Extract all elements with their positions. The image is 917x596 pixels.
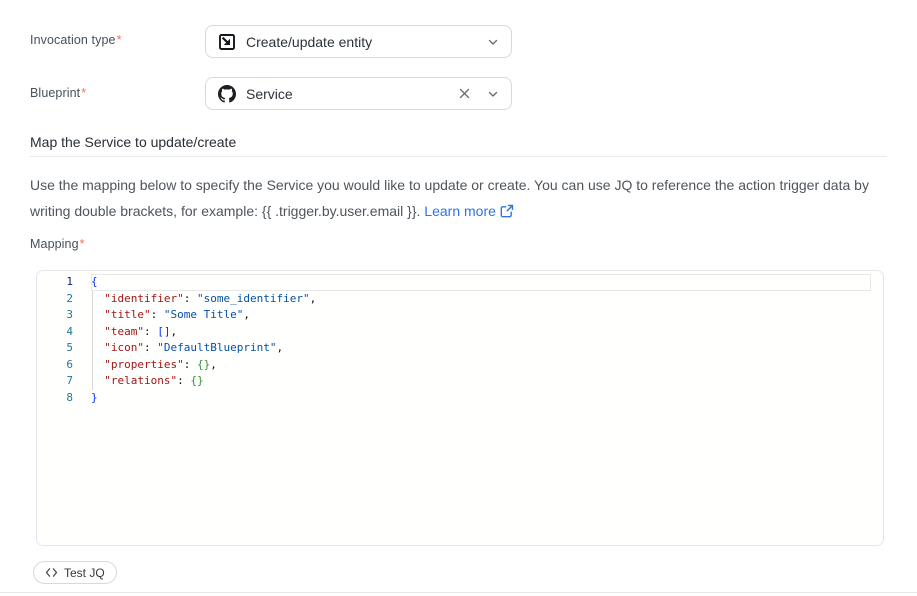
code-token-p: :: [144, 341, 157, 354]
blueprint-value: Service: [246, 86, 455, 102]
line-number: 7: [37, 373, 91, 390]
code-token-b2: {}: [197, 358, 210, 371]
code-token-p: :: [151, 308, 164, 321]
code-line[interactable]: "identifier": "some_identifier",: [91, 291, 883, 308]
line-number: 6: [37, 357, 91, 374]
bottom-divider: [0, 592, 917, 593]
learn-more-link[interactable]: Learn more: [424, 203, 514, 219]
editor-gutter: 12345678: [37, 271, 91, 545]
code-line[interactable]: "properties": {},: [91, 357, 883, 374]
action-config-form: Invocation type* Create/update entity Bl…: [0, 0, 917, 596]
test-jq-label: Test JQ: [64, 566, 105, 580]
code-line[interactable]: "relations": {}: [91, 373, 883, 390]
code-token-b1: []: [157, 325, 170, 338]
code-token-p: [91, 292, 104, 305]
code-line[interactable]: "title": "Some Title",: [91, 307, 883, 324]
clear-icon[interactable]: [455, 85, 473, 103]
mapping-label-text: Mapping: [30, 237, 79, 251]
code-line[interactable]: }: [91, 390, 883, 407]
code-token-p: ,: [210, 358, 217, 371]
code-token-b2: {}: [190, 374, 203, 387]
blueprint-select[interactable]: Service: [205, 77, 512, 110]
mapping-label: Mapping*: [30, 237, 85, 251]
invocation-type-label: Invocation type*: [30, 33, 122, 47]
editor-code[interactable]: { "identifier": "some_identifier", "titl…: [91, 271, 883, 545]
code-token-p: ,: [276, 341, 283, 354]
blueprint-label: Blueprint*: [30, 86, 86, 100]
code-token-key: "identifier": [104, 292, 183, 305]
code-token-p: :: [184, 292, 197, 305]
code-token-b1: }: [91, 391, 98, 404]
code-line[interactable]: {: [91, 274, 871, 291]
external-link-icon: [500, 204, 514, 218]
learn-more-label: Learn more: [424, 203, 496, 219]
code-token-key: "relations": [104, 374, 177, 387]
code-token-p: [91, 358, 104, 371]
code-token-p: :: [184, 358, 197, 371]
mapping-code-editor[interactable]: 12345678 { "identifier": "some_identifie…: [36, 270, 884, 546]
code-token-str: "DefaultBlueprint": [157, 341, 276, 354]
chevron-down-icon[interactable]: [487, 36, 499, 48]
code-token-p: ,: [243, 308, 250, 321]
line-number: 3: [37, 307, 91, 324]
code-token-key: "title": [104, 308, 150, 321]
code-token-key: "team": [104, 325, 144, 338]
code-token-b1: {: [91, 275, 98, 288]
invocation-type-select[interactable]: Create/update entity: [205, 25, 512, 58]
code-line[interactable]: "icon": "DefaultBlueprint",: [91, 340, 883, 357]
code-token-p: :: [177, 374, 190, 387]
code-token-p: [91, 308, 104, 321]
github-icon: [218, 85, 236, 103]
code-token-str: "Some Title": [164, 308, 243, 321]
section-divider: [30, 156, 887, 157]
line-number: 8: [37, 390, 91, 407]
code-line[interactable]: "team": [],: [91, 324, 883, 341]
line-number: 2: [37, 291, 91, 308]
required-asterisk: *: [80, 237, 85, 251]
code-token-p: ,: [310, 292, 317, 305]
code-icon: [45, 567, 58, 578]
invocation-type-value: Create/update entity: [246, 34, 487, 50]
required-asterisk: *: [81, 86, 86, 100]
code-token-p: ,: [171, 325, 178, 338]
blueprint-label-text: Blueprint: [30, 86, 80, 100]
section-title: Map the Service to update/create: [30, 134, 236, 150]
code-token-p: :: [144, 325, 157, 338]
required-asterisk: *: [117, 33, 122, 47]
code-token-str: "some_identifier": [197, 292, 310, 305]
section-description: Use the mapping below to specify the Ser…: [30, 172, 886, 224]
code-token-key: "properties": [104, 358, 183, 371]
invocation-type-label-text: Invocation type: [30, 33, 116, 47]
test-jq-button[interactable]: Test JQ: [33, 561, 117, 584]
chevron-down-icon[interactable]: [487, 88, 499, 100]
code-token-p: [91, 374, 104, 387]
code-token-p: [91, 341, 104, 354]
line-number: 5: [37, 340, 91, 357]
line-number: 1: [37, 274, 91, 291]
line-number: 4: [37, 324, 91, 341]
code-token-p: [91, 325, 104, 338]
code-token-key: "icon": [104, 341, 144, 354]
entity-icon: [218, 33, 236, 51]
